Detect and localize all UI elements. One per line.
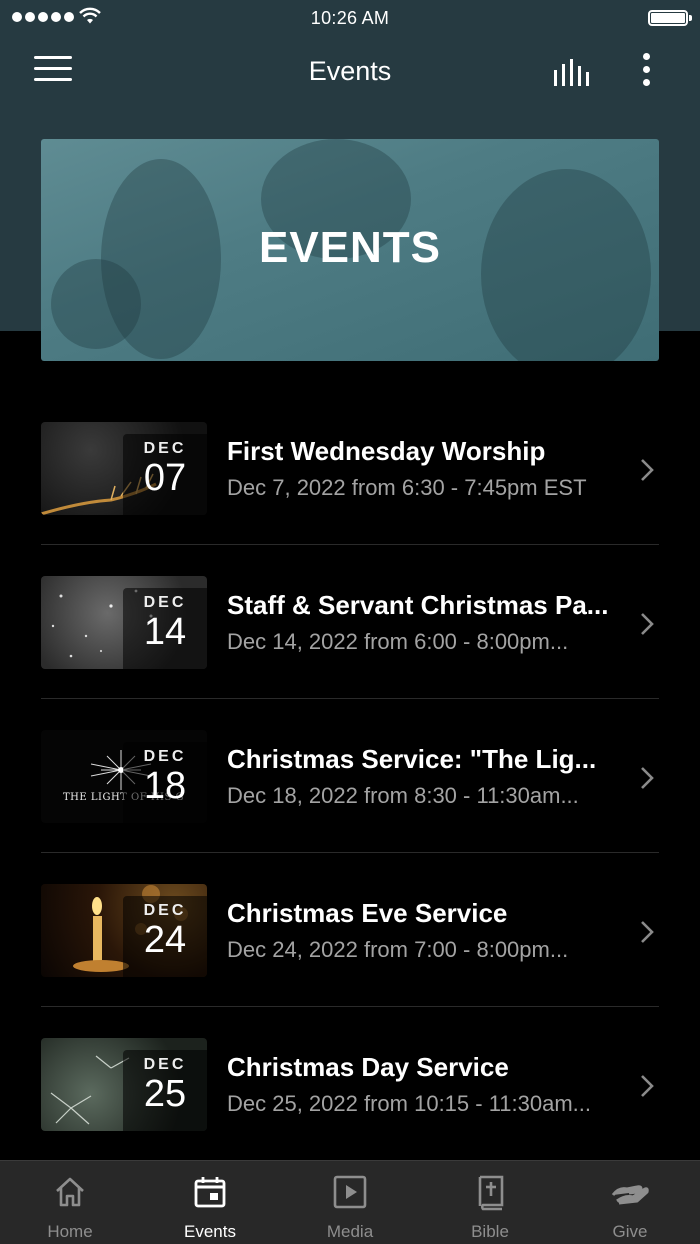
chevron-right-icon: [641, 613, 654, 635]
chevron-right-icon: [641, 921, 654, 943]
tab-bar: Home Events Media Bible Give: [0, 1160, 700, 1244]
event-day: 25: [143, 1073, 187, 1115]
status-time: 10:26 AM: [310, 8, 390, 28]
event-thumbnail: DEC 07: [41, 422, 207, 515]
event-thumbnail: DEC 14: [41, 576, 207, 669]
page-title: Events: [308, 56, 392, 86]
event-month: DEC: [143, 1056, 187, 1073]
event-datetime: Dec 24, 2022 from 7:00 - 8:00pm...: [227, 937, 569, 962]
event-item[interactable]: DEC 07 First Wednesday Worship Dec 7, 20…: [41, 391, 659, 545]
more-options-button[interactable]: [636, 53, 656, 91]
event-item[interactable]: DEC 24 Christmas Eve Service Dec 24, 202…: [41, 853, 659, 1007]
tab-label: Events: [184, 1222, 236, 1241]
tab-give[interactable]: Give: [560, 1161, 700, 1244]
event-datetime: Dec 7, 2022 from 6:30 - 7:45pm EST: [227, 475, 587, 500]
tab-events[interactable]: Events: [140, 1161, 280, 1244]
calendar-icon: [194, 1177, 226, 1208]
event-month: DEC: [143, 440, 187, 457]
chevron-right-icon: [641, 767, 654, 789]
event-date-badge: DEC 07: [123, 434, 207, 515]
event-title: Staff & Servant Christmas Pa...: [227, 590, 609, 620]
event-month: DEC: [143, 748, 187, 765]
events-hero-banner: EVENTS: [41, 139, 659, 361]
menu-button[interactable]: [34, 56, 72, 84]
event-date-badge: DEC 25: [123, 1050, 207, 1131]
event-title: First Wednesday Worship: [227, 436, 546, 466]
battery-icon: [648, 10, 692, 26]
event-datetime: Dec 18, 2022 from 8:30 - 11:30am...: [227, 783, 579, 808]
hero-title: EVENTS: [258, 223, 442, 272]
event-date-badge: DEC 18: [123, 742, 207, 823]
event-item[interactable]: DEC 25 Christmas Day Service Dec 25, 202…: [41, 1007, 659, 1161]
event-list: DEC 07 First Wednesday Worship Dec 7, 20…: [41, 391, 659, 1161]
event-month: DEC: [143, 594, 187, 611]
play-icon: [333, 1175, 367, 1209]
events-screen: 10:26 AM Events EVENTS DEC 07 First Wedn…: [0, 0, 700, 1244]
event-title: Christmas Eve Service: [227, 898, 508, 928]
chevron-right-icon: [641, 459, 654, 481]
event-thumbnail: DEC 25: [41, 1038, 207, 1131]
event-datetime: Dec 14, 2022 from 6:00 - 8:00pm...: [227, 629, 569, 654]
event-thumbnail: THE LIGHT OF HIS G DEC 18: [41, 730, 207, 823]
bible-icon: [478, 1175, 504, 1211]
tab-media[interactable]: Media: [280, 1161, 420, 1244]
tab-label: Media: [326, 1222, 374, 1241]
tab-home[interactable]: Home: [0, 1161, 140, 1244]
tab-label: Home: [47, 1222, 93, 1241]
status-bar: 10:26 AM: [0, 0, 700, 36]
home-icon: [56, 1177, 84, 1207]
event-day: 18: [143, 765, 187, 807]
event-title: Christmas Day Service: [227, 1052, 509, 1082]
navigation-bar: Events: [0, 40, 700, 104]
event-date-badge: DEC 24: [123, 896, 207, 977]
event-datetime: Dec 25, 2022 from 10:15 - 11:30am...: [227, 1091, 592, 1116]
event-date-badge: DEC 14: [123, 588, 207, 669]
event-day: 14: [143, 611, 187, 653]
event-thumbnail: DEC 24: [41, 884, 207, 977]
event-day: 24: [143, 919, 187, 961]
tab-label: Bible: [471, 1222, 509, 1241]
event-item[interactable]: THE LIGHT OF HIS G DEC 18 Christmas Serv…: [41, 699, 659, 853]
tab-bible[interactable]: Bible: [420, 1161, 560, 1244]
event-day: 07: [143, 457, 187, 499]
chevron-right-icon: [641, 1075, 654, 1097]
audio-bars-icon[interactable]: [552, 58, 592, 88]
give-icon: [611, 1185, 649, 1205]
tab-label: Give: [612, 1222, 648, 1241]
event-item[interactable]: DEC 14 Staff & Servant Christmas Pa... D…: [41, 545, 659, 699]
event-title: Christmas Service: "The Lig...: [227, 744, 597, 774]
event-month: DEC: [143, 902, 187, 919]
